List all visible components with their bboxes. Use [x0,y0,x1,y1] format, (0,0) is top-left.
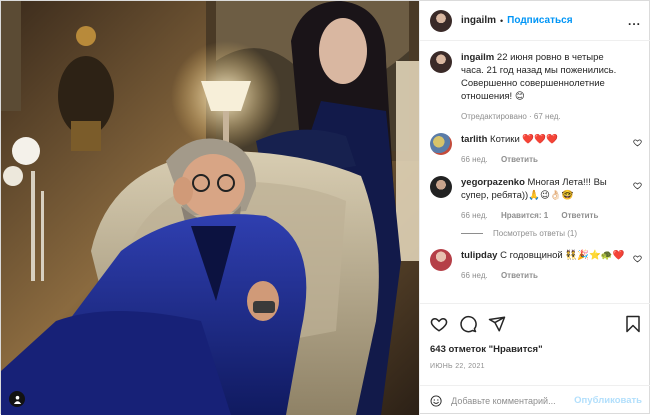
caption-username[interactable]: ingailm [461,52,494,63]
publish-button[interactable]: Опубликовать [574,395,642,406]
comment-reply-button[interactable]: Ответить [501,271,538,280]
comment-icon[interactable] [459,315,477,333]
view-replies-label: Посмотреть ответы (1) [493,229,578,238]
caption-author-avatar[interactable] [430,51,452,73]
comment-time[interactable]: 66 нед. [461,271,488,280]
comments-list[interactable]: ingailm 22 июня ровно в четыре часа. 21 … [420,42,650,303]
caption-body: ingailm 22 июня ровно в четыре часа. 21 … [461,51,642,123]
instagram-post-dialog: ingailm • Подписаться ... ingailm 22 июн… [0,0,650,415]
action-icons-row [430,313,642,335]
comment-body: tulipday С годовщиной 👯🎉⭐️🐢❤️ 66 нед. От… [461,249,642,282]
comment-username[interactable]: tulipday [461,250,497,261]
view-replies-button[interactable]: Посмотреть ответы (1) [461,229,642,238]
comment-meta: 66 нед. Ответить [461,153,628,166]
comment-row: tulipday С годовщиной 👯🎉⭐️🐢❤️ 66 нед. От… [430,249,642,282]
comment-username[interactable]: yegorpazenko [461,177,525,188]
comment-time[interactable]: 66 нед. [461,155,488,164]
comment-body: yegorpazenko Многая Лета!!! Вы супер, ре… [461,176,642,222]
likes-count[interactable]: 643 отметок "Нравится" [430,344,642,355]
comment-like-heart-icon[interactable] [633,254,642,263]
more-options-button[interactable]: ... [628,14,641,28]
bookmark-icon[interactable] [624,315,642,333]
comment-row: yegorpazenko Многая Лета!!! Вы супер, ре… [430,176,642,222]
person-icon [13,395,21,404]
caption-meta-text: Отредактировано · 67 нед. [461,112,561,121]
author-username[interactable]: ingailm [461,15,496,26]
replies-divider-line [461,233,483,234]
post-photo[interactable] [1,1,419,415]
heart-icon[interactable] [430,315,448,333]
comment-like-heart-icon[interactable] [633,138,642,147]
user-tag-icon[interactable] [9,391,25,407]
comment-input[interactable] [451,395,569,406]
comment-body: tarlith Котики ❤️❤️❤️ 66 нед. Ответить [461,133,642,166]
post-photo-illustration [1,1,419,415]
comment-reply-button[interactable]: Ответить [561,211,598,220]
add-comment-bar: Опубликовать [420,385,650,415]
comment-time[interactable]: 66 нед. [461,211,488,220]
comment-avatar[interactable] [430,249,452,271]
comment-row: tarlith Котики ❤️❤️❤️ 66 нед. Ответить [430,133,642,166]
caption-row: ingailm 22 июня ровно в четыре часа. 21 … [430,51,642,123]
follow-button[interactable]: Подписаться [507,15,572,26]
comment-like-heart-icon[interactable] [633,181,642,190]
comment-reply-button[interactable]: Ответить [501,155,538,164]
author-avatar[interactable] [430,9,452,32]
header-separator: • [500,15,504,26]
comment-likes-count[interactable]: Нравится: 1 [501,211,548,220]
post-sidebar: ingailm • Подписаться ... ingailm 22 июн… [419,1,650,415]
comment-avatar[interactable] [430,176,452,198]
comment-username[interactable]: tarlith [461,134,487,145]
post-actions: 643 отметок "Нравится" Июнь 22, 2021 [420,303,650,370]
comment-meta: 66 нед. Ответить [461,269,628,282]
comment-avatar[interactable] [430,133,452,155]
comment-text: Котики ❤️❤️❤️ [490,134,558,145]
comment-meta: 66 нед. Нравится: 1 Ответить [461,209,628,222]
share-icon[interactable] [488,315,506,333]
post-date[interactable]: Июнь 22, 2021 [430,363,642,370]
post-header: ingailm • Подписаться ... [420,1,650,41]
emoji-smile-icon[interactable] [430,393,442,409]
comment-text: С годовщиной 👯🎉⭐️🐢❤️ [500,250,625,261]
caption-meta: Отредактировано · 67 нед. [461,110,628,123]
